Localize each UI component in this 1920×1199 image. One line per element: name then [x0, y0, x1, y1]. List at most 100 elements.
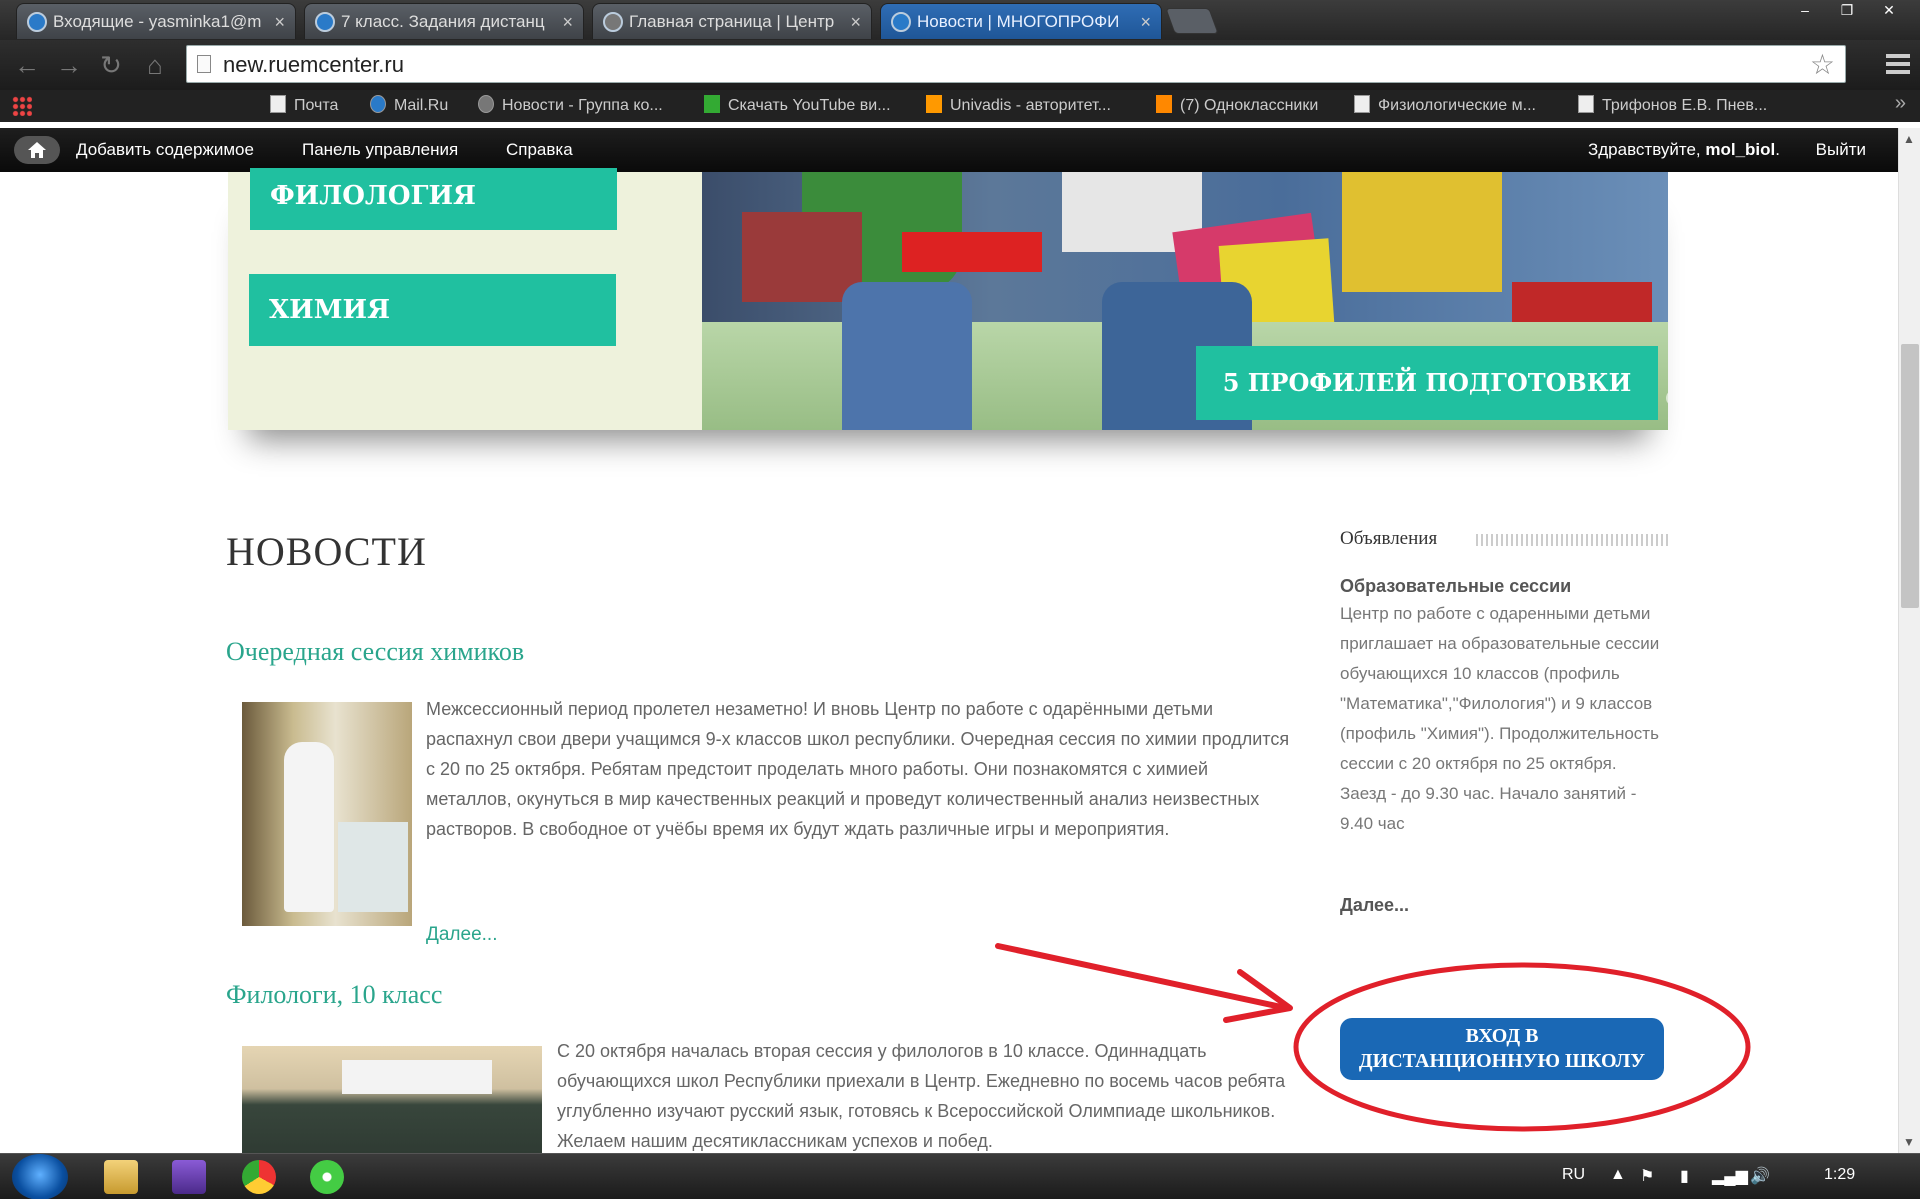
bookmark-item[interactable]: Трифонов Е.В. Пнев... — [1578, 94, 1767, 118]
close-window-icon[interactable]: ✕ — [1868, 0, 1910, 22]
volume-icon[interactable]: 🔊 — [1750, 1166, 1770, 1186]
network-icon[interactable]: ▂▄▆ — [1712, 1166, 1748, 1186]
messenger-icon[interactable] — [310, 1160, 344, 1194]
close-tab-icon[interactable]: × — [274, 4, 285, 39]
announcement-more-link[interactable]: Далее... — [1340, 895, 1409, 916]
article-photo[interactable] — [242, 1046, 542, 1153]
window-controls: – ❐ ✕ — [1784, 0, 1910, 22]
bookmark-item[interactable]: Mail.Ru — [370, 94, 448, 118]
gear-icon — [478, 95, 494, 113]
photo-lab-table — [338, 822, 408, 912]
browser-tabstrip: Входящие - yasminka1@m × 7 класс. Задани… — [0, 0, 1920, 40]
bookmark-item[interactable]: (7) Одноклассники — [1156, 94, 1318, 118]
help-link[interactable]: Справка — [506, 140, 573, 160]
windows-taskbar: RU ▲ ⚑ ▮ ▂▄▆ 🔊 1:29 — [0, 1153, 1920, 1199]
url-text[interactable]: new.ruemcenter.ru — [223, 52, 404, 78]
odnoklassniki-icon — [1156, 95, 1172, 113]
bookmarks-bar: Почта Mail.Ru Новости - Группа ко... Ска… — [0, 90, 1920, 122]
browser-toolbar: ← → ↻ ⌂ new.ruemcenter.ru ☆ — [0, 40, 1920, 90]
start-button[interactable] — [12, 1154, 68, 1199]
close-tab-icon[interactable]: × — [850, 4, 861, 39]
scroll-down-icon[interactable]: ▼ — [1903, 1135, 1915, 1149]
photo-board — [342, 1060, 492, 1094]
univadis-icon — [926, 95, 942, 113]
page-icon — [270, 95, 286, 113]
admin-toolbar: Добавить содержимое Панель управления Сп… — [0, 128, 1920, 172]
article-photo[interactable] — [242, 702, 412, 926]
page-icon — [197, 55, 211, 73]
flag-icon[interactable]: ⚑ — [1640, 1166, 1654, 1186]
page-icon — [1578, 95, 1594, 113]
tab-title: Главная страница | Центр — [629, 12, 835, 31]
explorer-icon[interactable] — [104, 1160, 138, 1194]
bookmark-item[interactable]: Физиологические м... — [1354, 94, 1536, 118]
dashboard-link[interactable]: Панель управления — [302, 140, 458, 160]
article-title-link[interactable]: Филологи, 10 класс — [226, 980, 442, 1010]
scroll-thumb[interactable] — [1901, 344, 1919, 608]
bookmark-item[interactable]: Univadis - авторитет... — [926, 94, 1111, 118]
red-arrow — [995, 943, 1289, 1011]
bookmarks-more[interactable]: » — [1895, 92, 1906, 115]
browser-tab[interactable]: Главная страница | Центр × — [592, 3, 872, 39]
mail-icon — [370, 95, 386, 113]
hero-slider: ФИЛОЛОГИЯ ХИМИЯ 5 ПРОФИЛЕЙ ПОДГОТОВКИ — [228, 168, 1668, 430]
home-icon[interactable]: ⌂ — [140, 50, 170, 80]
photo-figure — [284, 742, 334, 912]
language-indicator[interactable]: RU — [1562, 1166, 1585, 1184]
drupal-favicon-icon — [891, 12, 911, 32]
read-more-link[interactable]: Далее... — [426, 924, 498, 946]
subject-button-chemistry[interactable]: ХИМИЯ — [249, 274, 616, 346]
page-icon — [1354, 95, 1370, 113]
subject-button-philology[interactable]: ФИЛОЛОГИЯ — [250, 168, 617, 230]
reload-icon[interactable]: ↻ — [96, 50, 126, 80]
bookmark-item[interactable]: Почта — [270, 94, 338, 118]
page-title: НОВОСТИ — [226, 529, 427, 574]
restore-icon[interactable]: ❐ — [1826, 0, 1868, 22]
download-arrow-icon — [704, 95, 720, 113]
distance-school-login-button[interactable]: ВХОД В ДИСТАНЦИОННУЮ ШКОЛУ — [1340, 1018, 1664, 1080]
forward-arrow-icon[interactable]: → — [54, 50, 84, 80]
minimize-icon[interactable]: – — [1784, 0, 1826, 22]
mail-favicon-icon — [27, 12, 47, 32]
address-bar[interactable]: new.ruemcenter.ru ☆ — [186, 45, 1846, 83]
tray-expand-icon[interactable]: ▲ — [1610, 1166, 1626, 1184]
announcement-title[interactable]: Образовательные сессии — [1340, 576, 1571, 597]
greeting: Здравствуйте, mol_biol. — [1587, 140, 1780, 159]
tab-title: 7 класс. Задания дистанц — [341, 12, 545, 31]
bookmark-star-icon[interactable]: ☆ — [1810, 48, 1835, 81]
students-photo: 5 ПРОФИЛЕЙ ПОДГОТОВКИ — [702, 172, 1668, 430]
browser-tab-active[interactable]: Новости | МНОГОПРОФИ × — [880, 3, 1162, 39]
home-icon — [28, 142, 46, 158]
button-label-line1: ВХОД В — [1465, 1025, 1539, 1047]
article-title-link[interactable]: Очередная сессия химиков — [226, 637, 524, 667]
bookmark-item[interactable]: Новости - Группа ко... — [478, 94, 663, 118]
slider-dot[interactable] — [1666, 390, 1668, 406]
profiles-button[interactable]: 5 ПРОФИЛЕЙ ПОДГОТОВКИ — [1196, 346, 1658, 420]
username[interactable]: mol_biol — [1705, 140, 1775, 159]
tab-title: Входящие - yasminka1@m — [53, 12, 262, 31]
power-icon[interactable]: ▮ — [1680, 1166, 1689, 1186]
app-icon[interactable] — [172, 1160, 206, 1194]
button-label-line2: ДИСТАНЦИОННУЮ ШКОЛУ — [1358, 1050, 1646, 1072]
close-tab-icon[interactable]: × — [1140, 4, 1151, 39]
bookmark-item[interactable]: Скачать YouTube ви... — [704, 94, 891, 118]
browser-tab[interactable]: Входящие - yasminka1@m × — [16, 3, 296, 39]
slider-subject-panel: ФИЛОЛОГИЯ ХИМИЯ — [228, 168, 702, 430]
apps-grid-icon[interactable] — [12, 96, 32, 116]
red-arrowhead — [1223, 969, 1293, 1023]
chrome-icon[interactable] — [242, 1160, 276, 1194]
add-content-link[interactable]: Добавить содержимое — [76, 140, 254, 160]
article-body: Межсессионный период пролетел незаметно!… — [426, 699, 1290, 839]
close-tab-icon[interactable]: × — [562, 4, 573, 39]
article-body: С 20 октября началась вторая сессия у фи… — [557, 1041, 1286, 1151]
page-scrollbar[interactable]: ▲ ▼ — [1898, 128, 1920, 1153]
logout-link[interactable]: Выйти — [1816, 140, 1866, 160]
scroll-up-icon[interactable]: ▲ — [1903, 132, 1915, 146]
new-tab-button[interactable] — [1165, 8, 1219, 34]
browser-tab[interactable]: 7 класс. Задания дистанц × — [304, 3, 584, 39]
back-arrow-icon[interactable]: ← — [12, 50, 42, 80]
announcement-text: Центр по работе с одаренными детьми приг… — [1340, 604, 1660, 833]
admin-home-button[interactable] — [14, 136, 60, 164]
browser-menu-icon[interactable] — [1886, 50, 1910, 78]
clock[interactable]: 1:29 — [1824, 1166, 1855, 1184]
